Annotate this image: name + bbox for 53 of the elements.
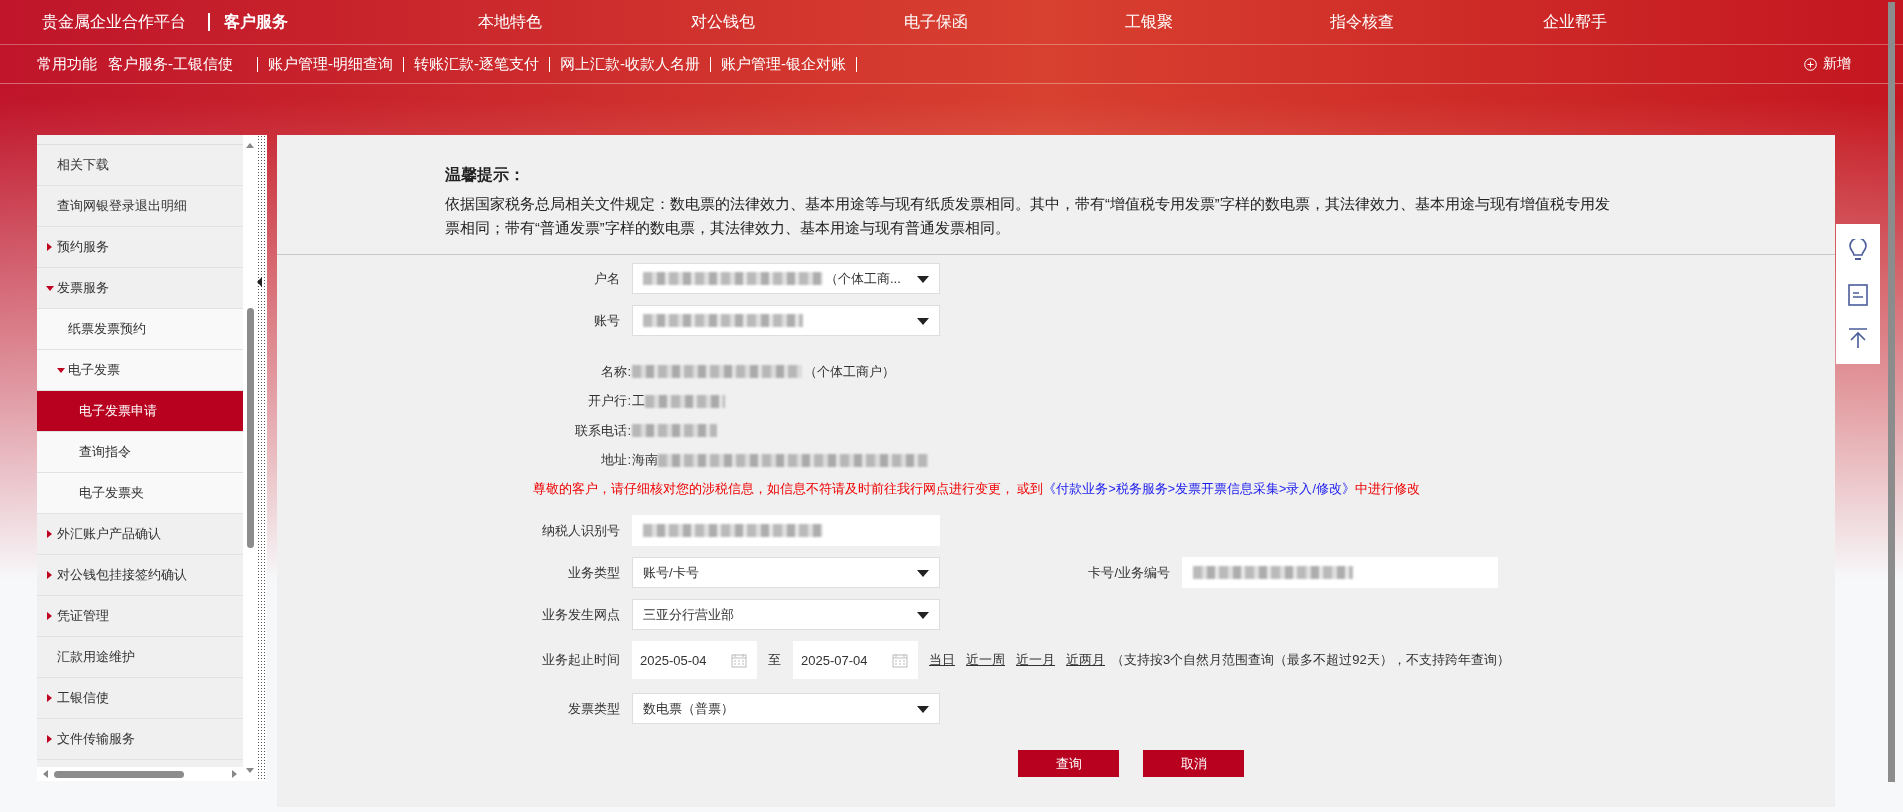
nav-tab[interactable]: 客户服务 xyxy=(210,11,404,33)
warning-text: 尊敬的客户，请仔细核对您的涉税信息，如信息不符请及时前往我行网点进行变更， 或到《付款业务>税务服务>发票开票信息采集>录入/修改》中进行修改 xyxy=(532,481,1421,498)
info-label: 开户行: xyxy=(587,392,632,411)
quick-range-link[interactable]: 近两月 xyxy=(1066,651,1105,669)
shortcut-link[interactable]: 转账汇款-逐笔支付 xyxy=(414,54,539,74)
info-value: 工 xyxy=(632,392,645,411)
quick-range-link[interactable]: 近一月 xyxy=(1016,651,1055,669)
select-field[interactable]: 账号/卡号 xyxy=(632,557,940,588)
shortcut-link[interactable]: 客户服务-工银信使 xyxy=(108,54,233,74)
nav-tab[interactable]: 对公钱包 xyxy=(616,11,830,33)
sidebar-item[interactable]: 纸票发票预约 xyxy=(37,309,243,350)
select-field[interactable]: 数电票（普票） xyxy=(632,693,940,724)
sidebar-item[interactable]: 电子发票 xyxy=(37,350,243,391)
info-value: （个体工商户） xyxy=(804,362,895,381)
notice-title: 温馨提示： xyxy=(445,165,526,185)
field-label: 户名 xyxy=(593,269,621,288)
shortcut-link[interactable]: 网上汇款-收款人名册 xyxy=(560,54,700,74)
nav-tab[interactable]: 本地特色 xyxy=(403,11,617,33)
info-label: 联系电话: xyxy=(574,421,632,440)
info-value: 海南 xyxy=(632,451,658,470)
quick-range-link[interactable]: 当日 xyxy=(929,651,955,669)
field-label: 卡号/业务编号 xyxy=(1087,563,1171,582)
date-field[interactable]: 2025-05-04 xyxy=(632,641,757,679)
shortcut-link[interactable]: 账户管理-银企对账 xyxy=(721,54,846,74)
sidebar-item[interactable]: 查询指令 xyxy=(37,432,243,473)
info-label: 名称: xyxy=(600,362,632,381)
platform-title[interactable]: 贵金属企业合作平台 xyxy=(0,11,208,33)
field-label: 业务类型 xyxy=(567,563,621,582)
select-field[interactable]: 三亚分行营业部 xyxy=(632,599,940,630)
field-label: 纳税人识别号 xyxy=(541,521,621,540)
field-label: 业务起止时间 xyxy=(541,651,621,669)
nav-tab[interactable]: 电子保函 xyxy=(829,11,1043,33)
cancel-button[interactable]: 取消 xyxy=(1143,750,1244,777)
date-field[interactable]: 2025-07-04 xyxy=(793,641,918,679)
notice-text: 依据国家税务总局相关文件规定：数电票的法律效力、基本用途等与现有纸质发票相同。其中，带有“增值税专用发票”字样的数电票，其法律效力、基本用途与现有增值税专用发票相同；带有“普通发票”字样的数电票，其法律效力、基本用途与现有普通发票相同。 xyxy=(445,195,1610,238)
period-note: （支持按3个自然月范围查询（最多不超过92天），不支持跨年查询） xyxy=(1111,651,1510,669)
sidebar-item[interactable]: 电子发票夹 xyxy=(37,473,243,514)
nav-tab[interactable]: 工银聚 xyxy=(1042,11,1256,33)
field-label: 发票类型 xyxy=(567,699,621,718)
sidebar-item[interactable]: 电子发票申请 xyxy=(37,391,243,432)
query-button[interactable]: 查询 xyxy=(1018,750,1119,777)
settings-link[interactable]: 《付款业务>税务服务>发票开票信息采集>录入/修改》 xyxy=(1043,482,1355,496)
shortcut-title: 常用功能 xyxy=(37,54,97,74)
field-label: 账号 xyxy=(593,311,621,330)
field-label: 业务发生网点 xyxy=(541,605,621,624)
quick-range-link[interactable]: 近一周 xyxy=(966,651,1005,669)
shortcut-link[interactable]: 账户管理-明细查询 xyxy=(268,54,393,74)
info-label: 地址: xyxy=(600,451,632,470)
add-button[interactable]: 新增 xyxy=(1802,53,1853,75)
nav-tab[interactable]: 企业帮手 xyxy=(1468,11,1682,33)
nav-tab[interactable]: 指令核查 xyxy=(1255,11,1469,33)
select-field[interactable]: （个体工商... xyxy=(632,263,940,294)
range-separator: 至 xyxy=(768,651,781,669)
